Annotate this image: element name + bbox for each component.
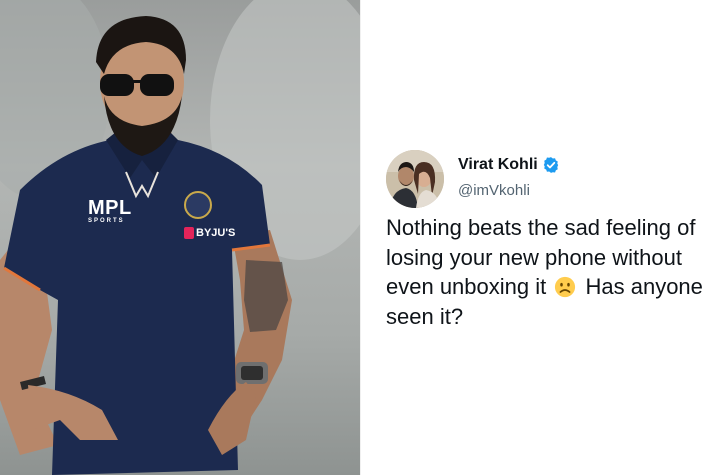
- sponsor-logo-mark: [184, 227, 194, 239]
- tweet-line-segment: even unboxing it: [386, 274, 547, 299]
- panel-divider: [360, 0, 361, 475]
- mpl-logo-subtext: SPORTS: [88, 218, 125, 224]
- avatar-image: [386, 150, 444, 208]
- author-name-text: Virat Kohli: [458, 156, 538, 173]
- sponsor-logo: BYJU'S: [184, 227, 235, 239]
- tweet-line-segment: Has anyone: [585, 274, 703, 299]
- tweet-card: Virat Kohli @imVkohli Nothing beats the …: [386, 150, 720, 350]
- mpl-logo-text: MPL: [88, 197, 132, 219]
- tweet-line: losing your new phone without: [386, 244, 682, 270]
- author-handle[interactable]: @imVkohli: [458, 182, 530, 199]
- sponsor-logo-text: BYJU'S: [196, 227, 236, 239]
- cricketer-illustration: [0, 0, 360, 475]
- profile-photo: MPL SPORTS BYJU'S: [0, 0, 360, 475]
- avatar[interactable]: [386, 150, 444, 208]
- verified-badge-icon: [543, 157, 558, 173]
- tweet-text: Nothing beats the sad feeling of losing …: [386, 213, 720, 331]
- tweet-line: even unboxing it Has anyone: [386, 272, 720, 302]
- tweet-line: Nothing beats the sad feeling of: [386, 215, 696, 240]
- author-name[interactable]: Virat Kohli: [458, 156, 560, 174]
- mpl-logo: MPL SPORTS: [88, 198, 132, 225]
- tweet-line: seen it?: [386, 303, 464, 329]
- frowning-face-icon: [555, 276, 576, 298]
